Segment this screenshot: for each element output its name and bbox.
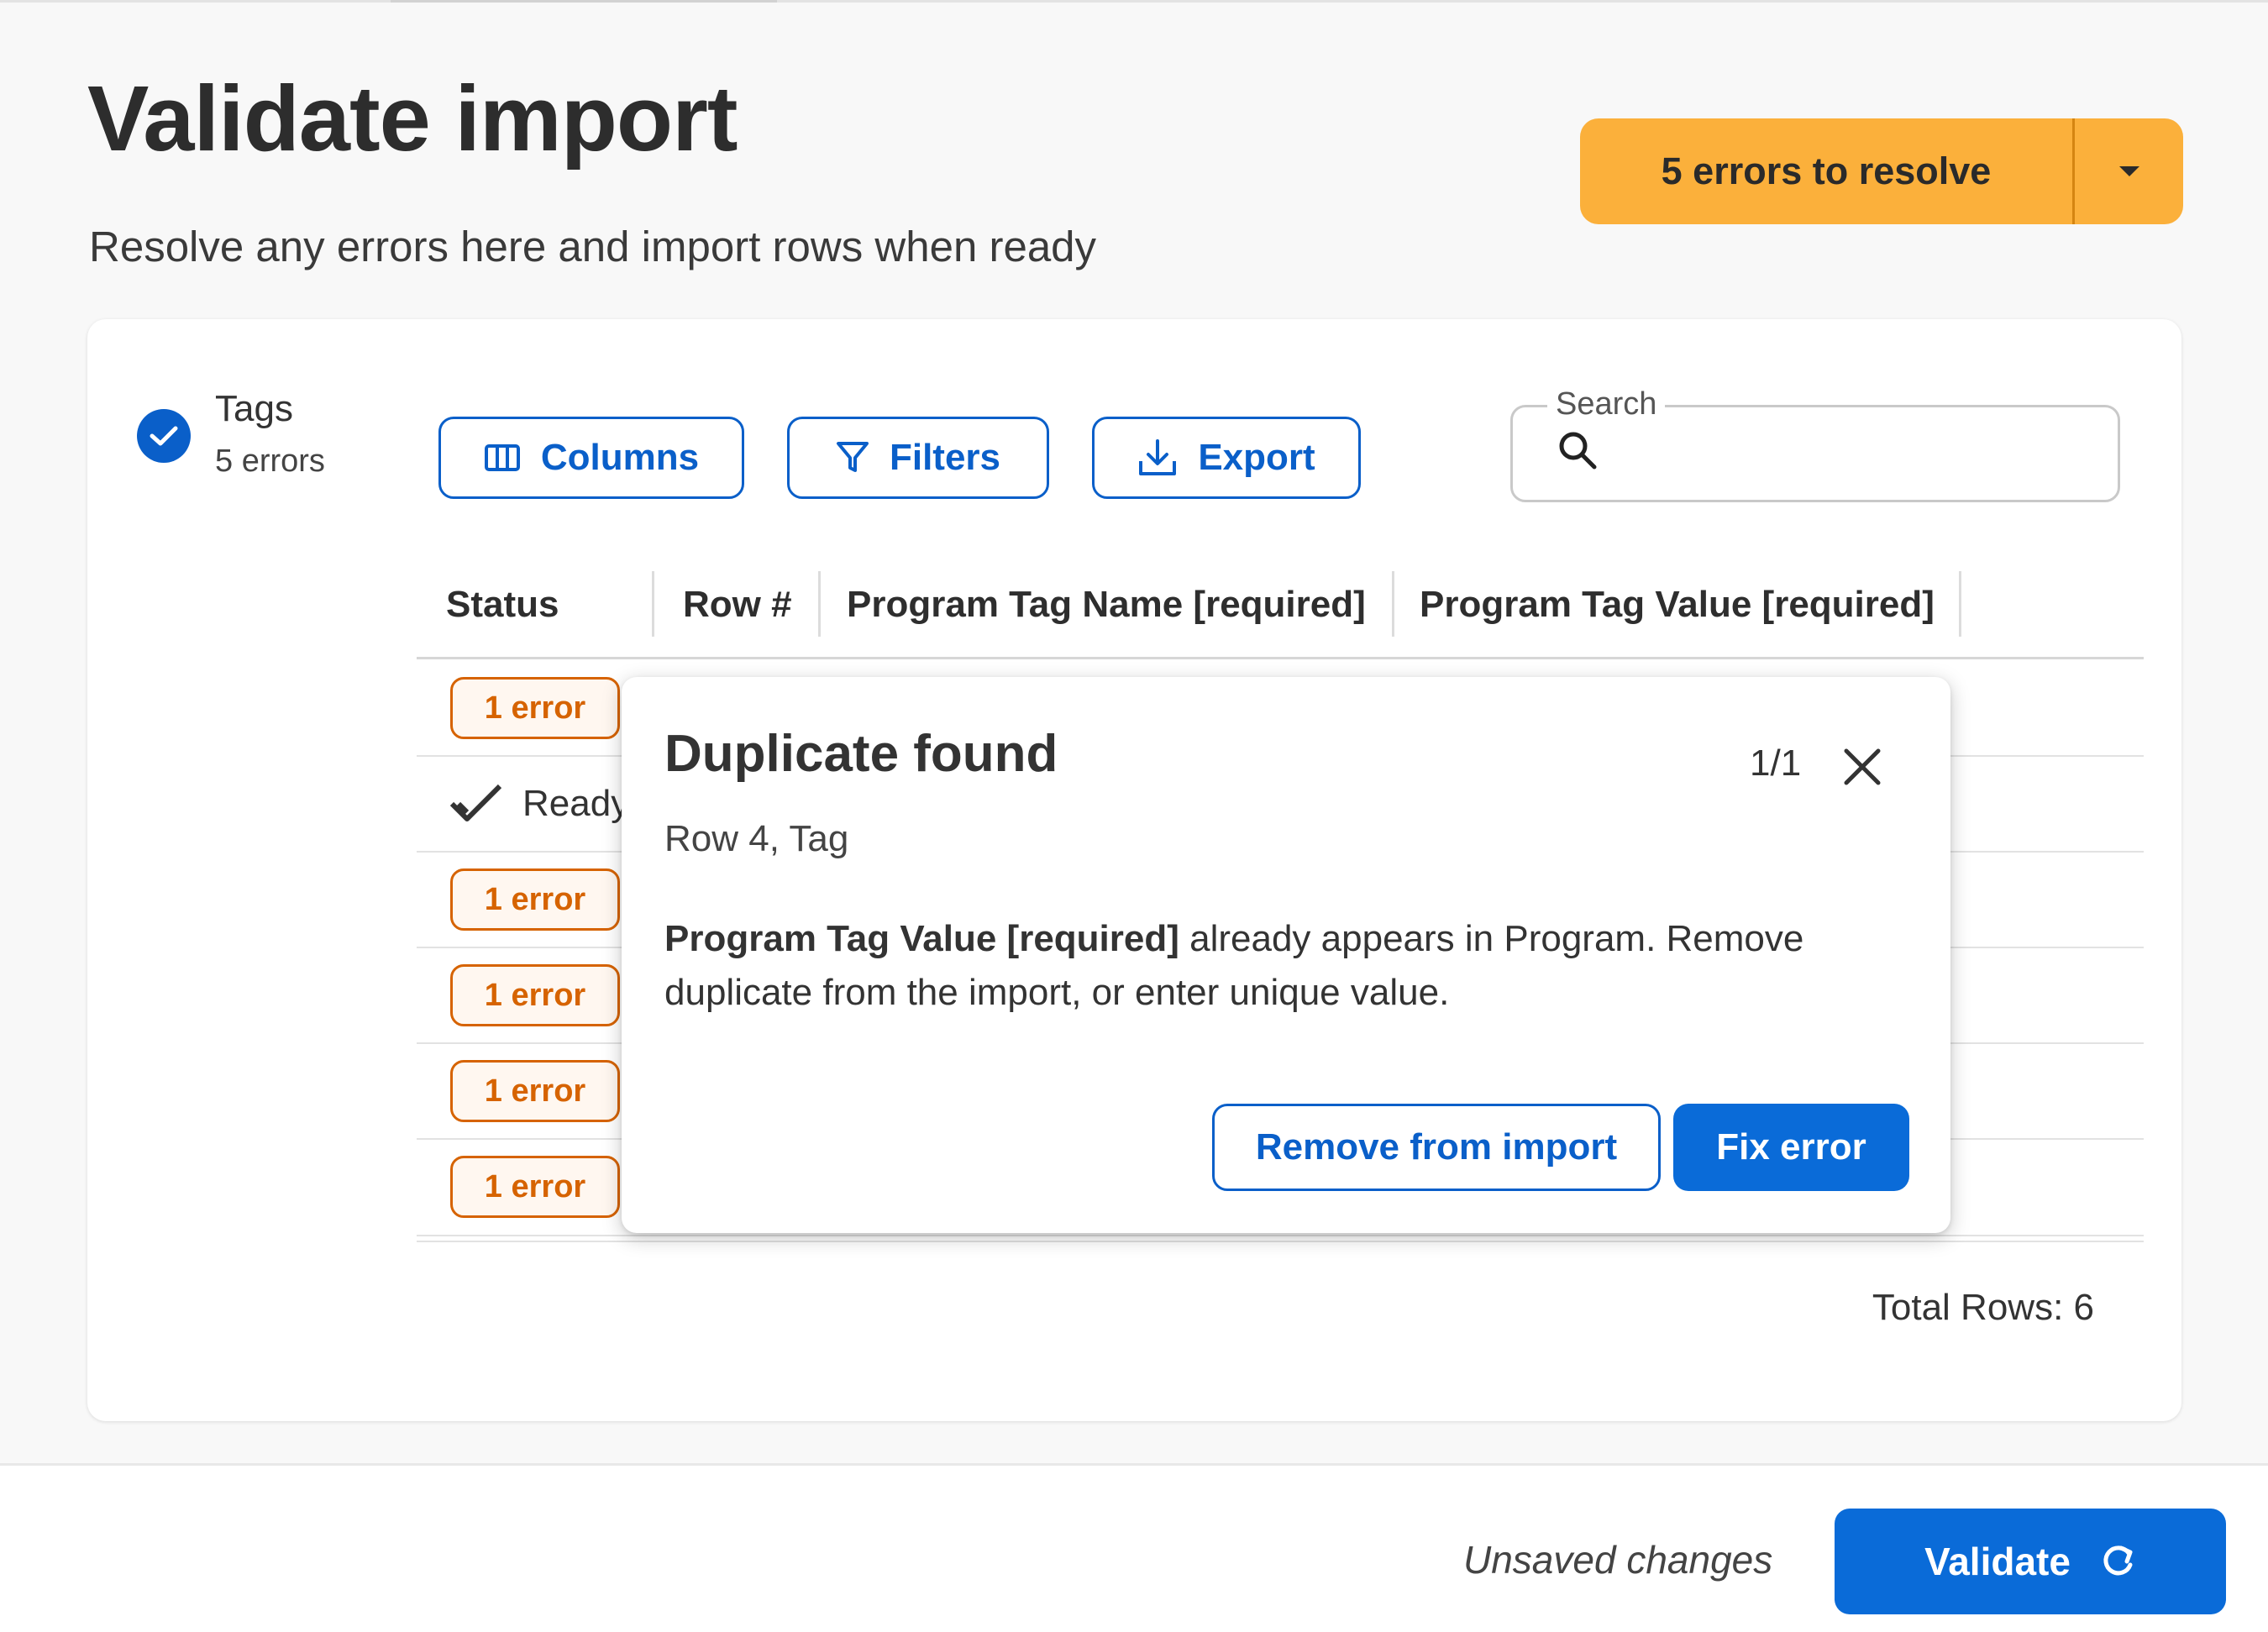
page-title: Validate import xyxy=(87,67,738,171)
row-error-badge[interactable]: 1 error xyxy=(450,964,620,1026)
popover-title: Duplicate found xyxy=(664,725,1058,783)
column-divider[interactable] xyxy=(818,571,821,637)
row-error-badge[interactable]: 1 error xyxy=(450,677,620,739)
errors-to-resolve-label[interactable]: 5 errors to resolve xyxy=(1580,118,2075,224)
error-field-name: Program Tag Value [required] xyxy=(664,918,1179,959)
close-icon[interactable] xyxy=(1840,744,1885,790)
row-error-badge[interactable]: 1 error xyxy=(450,1060,620,1122)
column-divider[interactable] xyxy=(1959,571,1961,637)
page-subtitle: Resolve any errors here and import rows … xyxy=(89,223,1097,270)
table-bottom-divider xyxy=(417,1241,2144,1242)
sheet-tab-error-count: 5 errors xyxy=(215,443,325,479)
export-label: Export xyxy=(1198,437,1315,478)
checkmark-icon xyxy=(449,784,502,821)
fix-error-button[interactable]: Fix error xyxy=(1673,1104,1909,1191)
row-status-ready: Ready xyxy=(449,783,629,825)
error-counter: 1/1 xyxy=(1750,743,1802,784)
columns-label: Columns xyxy=(540,437,700,478)
chevron-down-icon xyxy=(2118,166,2139,176)
columns-button[interactable]: Columns xyxy=(438,417,744,499)
column-header-tag-name[interactable]: Program Tag Name [required] xyxy=(847,584,1366,626)
error-location: Row 4, Tag xyxy=(664,818,849,859)
sheet-tab-tags[interactable]: Tags xyxy=(215,388,293,430)
column-header-row-number[interactable]: Row # xyxy=(683,584,792,626)
column-header-tag-value[interactable]: Program Tag Value [required] xyxy=(1420,584,1935,626)
search-label: Search xyxy=(1547,386,1666,422)
errors-dropdown-toggle[interactable] xyxy=(2075,118,2183,224)
export-button[interactable]: Export xyxy=(1092,417,1361,499)
total-rows: Total Rows: 6 xyxy=(1872,1287,2094,1328)
check-circle-icon xyxy=(137,409,191,463)
filter-icon xyxy=(836,442,869,472)
row-error-badge[interactable]: 1 error xyxy=(450,868,620,931)
error-message: Program Tag Value [required] already app… xyxy=(664,912,1891,1020)
unsaved-changes-status: Unsaved changes xyxy=(1463,1538,1773,1582)
columns-icon xyxy=(484,444,520,471)
search-icon xyxy=(1556,428,1599,476)
column-divider[interactable] xyxy=(652,571,654,637)
validate-label: Validate xyxy=(1924,1540,2071,1583)
refresh-icon xyxy=(2103,1545,2133,1576)
error-popover: Duplicate found 1/1 Row 4, Tag Program T… xyxy=(622,677,1950,1233)
errors-to-resolve-button[interactable]: 5 errors to resolve xyxy=(1580,118,2183,224)
column-divider[interactable] xyxy=(1392,571,1394,637)
filters-label: Filters xyxy=(889,437,1001,478)
column-header-status[interactable]: Status xyxy=(446,584,559,626)
table-bottom-divider xyxy=(417,1235,2144,1236)
validate-button[interactable]: Validate xyxy=(1835,1509,2226,1614)
table-header-divider xyxy=(417,657,2144,659)
top-border xyxy=(0,0,2268,3)
search-input[interactable] xyxy=(1616,423,2098,484)
row-error-badge[interactable]: 1 error xyxy=(450,1156,620,1218)
ready-label: Ready xyxy=(522,783,630,824)
remove-from-import-button[interactable]: Remove from import xyxy=(1212,1104,1661,1191)
top-tab-indicator xyxy=(391,0,777,3)
download-icon xyxy=(1139,439,1177,475)
filters-button[interactable]: Filters xyxy=(787,417,1049,499)
